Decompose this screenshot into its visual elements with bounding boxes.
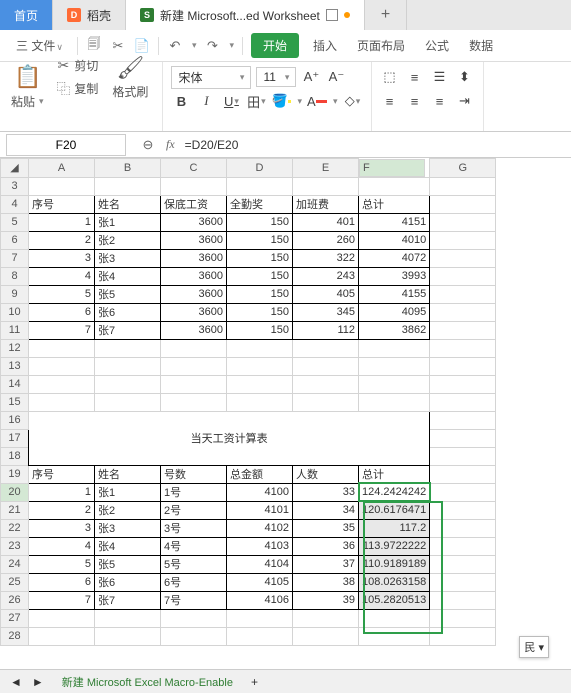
sheet-tabs: ◄ ► 新建 Microsoft Excel Macro-Enable + [0,669,571,693]
sheet-tab[interactable]: 新建 Microsoft Excel Macro-Enable [54,672,241,692]
border-button[interactable]: 田▾ [246,91,266,111]
spreadsheet-grid: ◢ A B C D E F G 3 4序号姓名保底工资全勤奖加班费总计 51张1… [0,158,571,688]
active-cell: 124.2424242 [359,483,430,501]
cut-button[interactable]: ✂剪切 [52,55,101,76]
menu-data[interactable]: 数据 [463,34,499,57]
col-E[interactable]: E [293,159,359,178]
align-center-icon[interactable]: ≡ [405,91,425,111]
col-G[interactable]: G [430,159,496,178]
underline-button[interactable]: U▾ [221,91,241,111]
modified-dot [344,12,350,18]
save-icon[interactable]: 🗐 [86,38,102,54]
brush-icon: 🖌 [116,55,144,81]
menu-layout[interactable]: 页面布局 [351,34,411,57]
menu-insert[interactable]: 插入 [307,34,343,57]
sheet-nav-prev-icon[interactable]: ◄ [10,675,22,689]
ribbon: 📋 ✂剪切 ⿻复制 🖌格式刷 粘贴▾ 宋体▾ 11▾ A⁺ A⁻ B I U▾ … [0,62,571,132]
add-sheet-icon[interactable]: + [251,675,258,689]
cancel-formula-icon[interactable]: ⊖ [140,137,156,153]
clipboard-icon: 📋 [14,64,41,90]
align-middle-icon[interactable]: ≡ [405,67,425,87]
col-A[interactable]: A [29,159,95,178]
grid-table[interactable]: ◢ A B C D E F G 3 4序号姓名保底工资全勤奖加班费总计 51张1… [0,158,496,646]
tab-add[interactable]: + [365,0,407,30]
font-size-select[interactable]: 11▾ [256,67,296,87]
paste-label[interactable]: 粘贴▾ [8,91,47,112]
tab-home[interactable]: 首页 [0,0,53,30]
sheet-icon: S [140,8,154,22]
preview-icon[interactable]: 📄 [134,38,150,54]
autofill-options[interactable]: 民 ▾ [519,636,549,658]
align-right-icon[interactable]: ≡ [430,91,450,111]
name-box[interactable] [6,134,126,156]
redo-icon[interactable]: ↷ [204,38,220,54]
bold-button[interactable]: B [171,91,191,111]
align-bottom-icon[interactable]: ☰ [430,67,450,87]
col-F[interactable]: F [359,159,425,177]
menu-file[interactable]: 三 文件∨ [10,34,69,57]
tab-document[interactable]: S新建 Microsoft...ed Worksheet [126,0,365,30]
font-name-select[interactable]: 宋体▾ [171,66,251,89]
table2-title: 当天工资计算表 [29,411,430,465]
formula-bar: ⊖ fx =D20/E20 [0,132,571,158]
tab-daoke[interactable]: D稻壳 [53,0,126,30]
paste-button[interactable]: 📋 [8,62,47,92]
window-icon [326,9,338,21]
col-B[interactable]: B [95,159,161,178]
print-icon[interactable]: ✂ [110,38,126,54]
sheet-nav-next-icon[interactable]: ► [32,675,44,689]
scissors-icon: ✂ [55,58,71,74]
align-top-icon[interactable]: ⬚ [380,67,400,87]
increase-font-icon[interactable]: A⁺ [301,67,321,87]
align-left-icon[interactable]: ≡ [380,91,400,111]
formula-input[interactable]: =D20/E20 [185,138,239,152]
menu-start[interactable]: 开始 [251,33,299,58]
diamond-button[interactable]: ◇▾ [343,91,363,111]
select-all-corner[interactable]: ◢ [1,159,29,178]
italic-button[interactable]: I [196,91,216,111]
decrease-font-icon[interactable]: A⁻ [326,67,346,87]
menu-formula[interactable]: 公式 [419,34,455,57]
col-D[interactable]: D [227,159,293,178]
daoke-icon: D [67,8,81,22]
fill-color-button[interactable]: 🪣 [271,91,291,111]
col-C[interactable]: C [161,159,227,178]
font-color-button[interactable]: A [307,91,327,111]
undo-icon[interactable]: ↶ [167,38,183,54]
doc-tabs: 首页 D稻壳 S新建 Microsoft...ed Worksheet + [0,0,571,30]
fx-icon[interactable]: fx [166,137,175,152]
orientation-icon[interactable]: ⬍ [455,67,475,87]
indent-icon[interactable]: ⇥ [455,91,475,111]
